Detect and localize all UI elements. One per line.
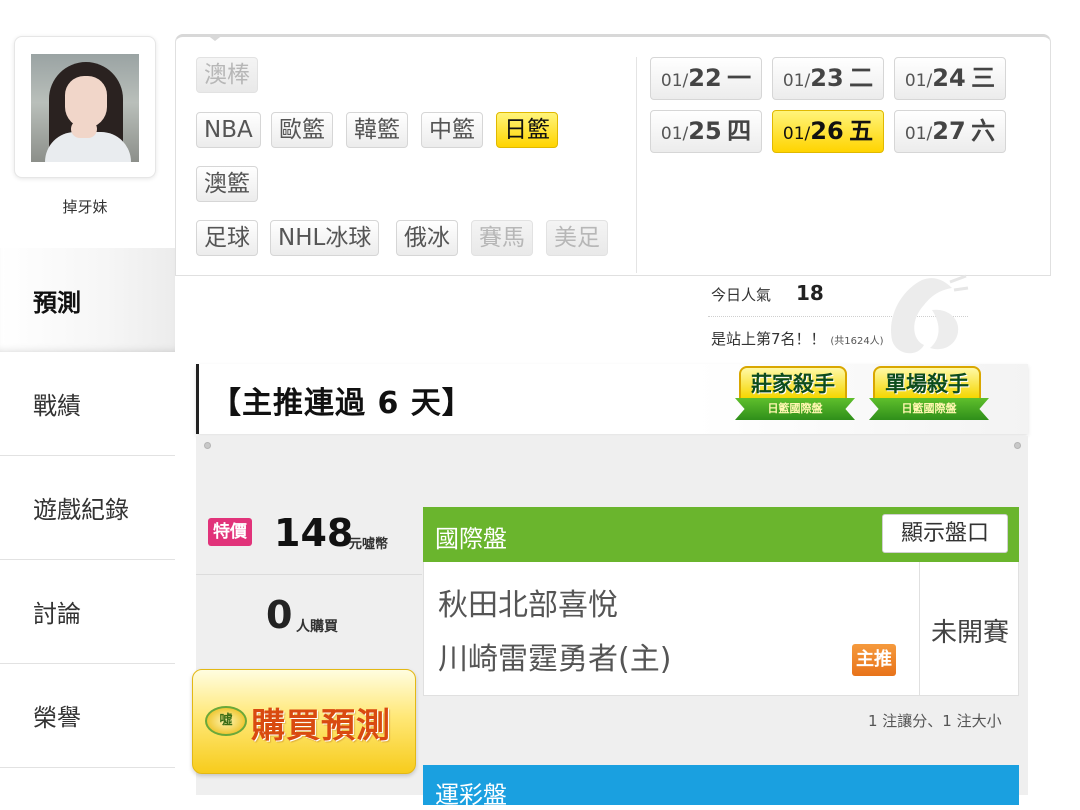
- sports-lottery-title: 運彩盤: [435, 781, 507, 809]
- price-box: 特價 148 元噓幣: [196, 506, 422, 570]
- nav-item-honors[interactable]: 榮譽: [0, 664, 175, 768]
- nav-item-prediction[interactable]: 預測: [0, 248, 175, 352]
- nav-item-record[interactable]: 戰績: [0, 352, 175, 456]
- price-value: 148: [274, 511, 354, 555]
- avatar[interactable]: [31, 54, 139, 162]
- panel-divider: [636, 57, 637, 273]
- pick-summary: 1 注讓分、1 注大小: [868, 712, 1002, 730]
- date-day: 27: [932, 117, 966, 145]
- date-0126[interactable]: 01/26 五: [772, 110, 884, 153]
- date-weekday: 五: [849, 117, 874, 145]
- date-weekday: 二: [849, 64, 874, 92]
- rank-text: 是站上第7名！！ (共1624人): [711, 328, 884, 349]
- category-aus-basketball[interactable]: 澳籃: [196, 166, 258, 202]
- game-status: 未開賽: [930, 618, 1009, 648]
- buyers-unit: 人購買: [296, 619, 338, 635]
- date-weekday: 四: [727, 117, 752, 145]
- corner-dot: [204, 442, 211, 449]
- date-day: 24: [932, 64, 966, 92]
- buy-prediction-label: 購買預測: [251, 706, 391, 746]
- team-away: 秋田北部喜悅: [438, 588, 618, 623]
- game-row: 秋田北部喜悅 川崎雷霆勇者(主) 主推 未開賽: [423, 562, 1019, 696]
- date-day: 22: [688, 64, 722, 92]
- date-month: 01/: [660, 71, 689, 91]
- sports-lottery-header: 運彩盤: [423, 765, 1019, 809]
- category-aus-baseball: 澳棒: [196, 57, 258, 93]
- date-0122[interactable]: 01/22 一: [650, 57, 762, 100]
- date-0125[interactable]: 01/25 四: [650, 110, 762, 153]
- intl-line-title: 國際盤: [435, 525, 507, 553]
- avatar-hand: [71, 120, 97, 138]
- badge-single-game-killer[interactable]: 單場殺手 日籃國際盤: [869, 356, 989, 434]
- badge-title: 莊家殺手: [739, 366, 847, 400]
- rank-main: 是站上第7名！！: [711, 330, 826, 348]
- team-home: 川崎雷霆勇者(主): [438, 642, 672, 677]
- date-weekday: 六: [971, 117, 996, 145]
- headline-bar: 【主推連過 6 天】 莊家殺手 日籃國際盤 單場殺手 日籃國際盤: [196, 364, 1028, 434]
- sidebar: 掉牙妹 預測 戰績 遊戲紀錄 討論 榮譽: [0, 0, 175, 795]
- price-unit: 元噓幣: [349, 537, 389, 552]
- category-soccer[interactable]: 足球: [196, 220, 258, 256]
- date-weekday: 一: [727, 64, 752, 92]
- avatar-frame[interactable]: [14, 36, 156, 178]
- date-month: 01/: [782, 71, 811, 91]
- badge-ribbon: 日籃國際盤: [869, 398, 989, 420]
- prediction-product: 特價 148 元噓幣 0 人購買 噓 購買預測 國際盤 顯示盤口 秋田北部喜悅 …: [192, 436, 1028, 809]
- date-day: 23: [810, 64, 844, 92]
- date-0127[interactable]: 01/27 六: [894, 110, 1006, 153]
- date-month: 01/: [904, 124, 933, 144]
- category-horse-racing: 賽馬: [471, 220, 533, 256]
- sidebar-nav: 預測 戰績 遊戲紀錄 討論 榮譽: [0, 248, 175, 768]
- date-month: 01/: [904, 71, 933, 91]
- headline-title: 【主推連過 6 天】: [211, 386, 473, 421]
- category-china-basketball[interactable]: 中籃: [421, 112, 483, 148]
- date-day: 25: [688, 117, 722, 145]
- badge-title: 單場殺手: [873, 366, 981, 400]
- sport-date-panel: 澳棒 NBA 歐籃 韓籃 中籃 日籃 澳籃 足球 NHL冰球 俄冰 賽馬 美足 …: [175, 34, 1051, 276]
- buyers-count: 0: [266, 593, 293, 637]
- category-korea-basketball[interactable]: 韓籃: [346, 112, 408, 148]
- coin-icon: 噓: [205, 706, 247, 736]
- category-japan-basketball[interactable]: 日籃: [496, 112, 558, 148]
- user-name[interactable]: 掉牙妹: [0, 196, 170, 217]
- buy-prediction-button[interactable]: 噓 購買預測: [192, 669, 416, 774]
- date-0123[interactable]: 01/23 二: [772, 57, 884, 100]
- date-month: 01/: [782, 124, 811, 144]
- nav-item-game-history[interactable]: 遊戲紀錄: [0, 456, 175, 560]
- date-month: 01/: [660, 124, 689, 144]
- category-nba[interactable]: NBA: [196, 112, 261, 148]
- category-russian-hockey[interactable]: 俄冰: [396, 220, 458, 256]
- price-tag: 特價: [208, 518, 252, 546]
- site-logo-watermark-icon: [891, 274, 969, 354]
- category-nhl-hockey[interactable]: NHL冰球: [270, 220, 380, 256]
- intl-line-header: 國際盤 顯示盤口: [423, 507, 1019, 562]
- nav-item-discussion[interactable]: 討論: [0, 560, 175, 664]
- date-day: 26: [810, 117, 844, 145]
- badge-ribbon: 日籃國際盤: [735, 398, 855, 420]
- category-american-football: 美足: [546, 220, 608, 256]
- show-odds-button[interactable]: 顯示盤口: [882, 514, 1008, 553]
- category-euro-basketball[interactable]: 歐籃: [271, 112, 333, 148]
- panel-notch: [206, 34, 224, 42]
- badge-banker-killer[interactable]: 莊家殺手 日籃國際盤: [735, 356, 855, 434]
- date-weekday: 三: [971, 64, 996, 92]
- date-0124[interactable]: 01/24 三: [894, 57, 1006, 100]
- main-pick-badge: 主推: [852, 644, 896, 676]
- popularity-value: 18: [796, 281, 824, 305]
- popularity-label: 今日人氣: [711, 286, 772, 304]
- price-divider: [196, 574, 422, 575]
- corner-dot: [1014, 442, 1021, 449]
